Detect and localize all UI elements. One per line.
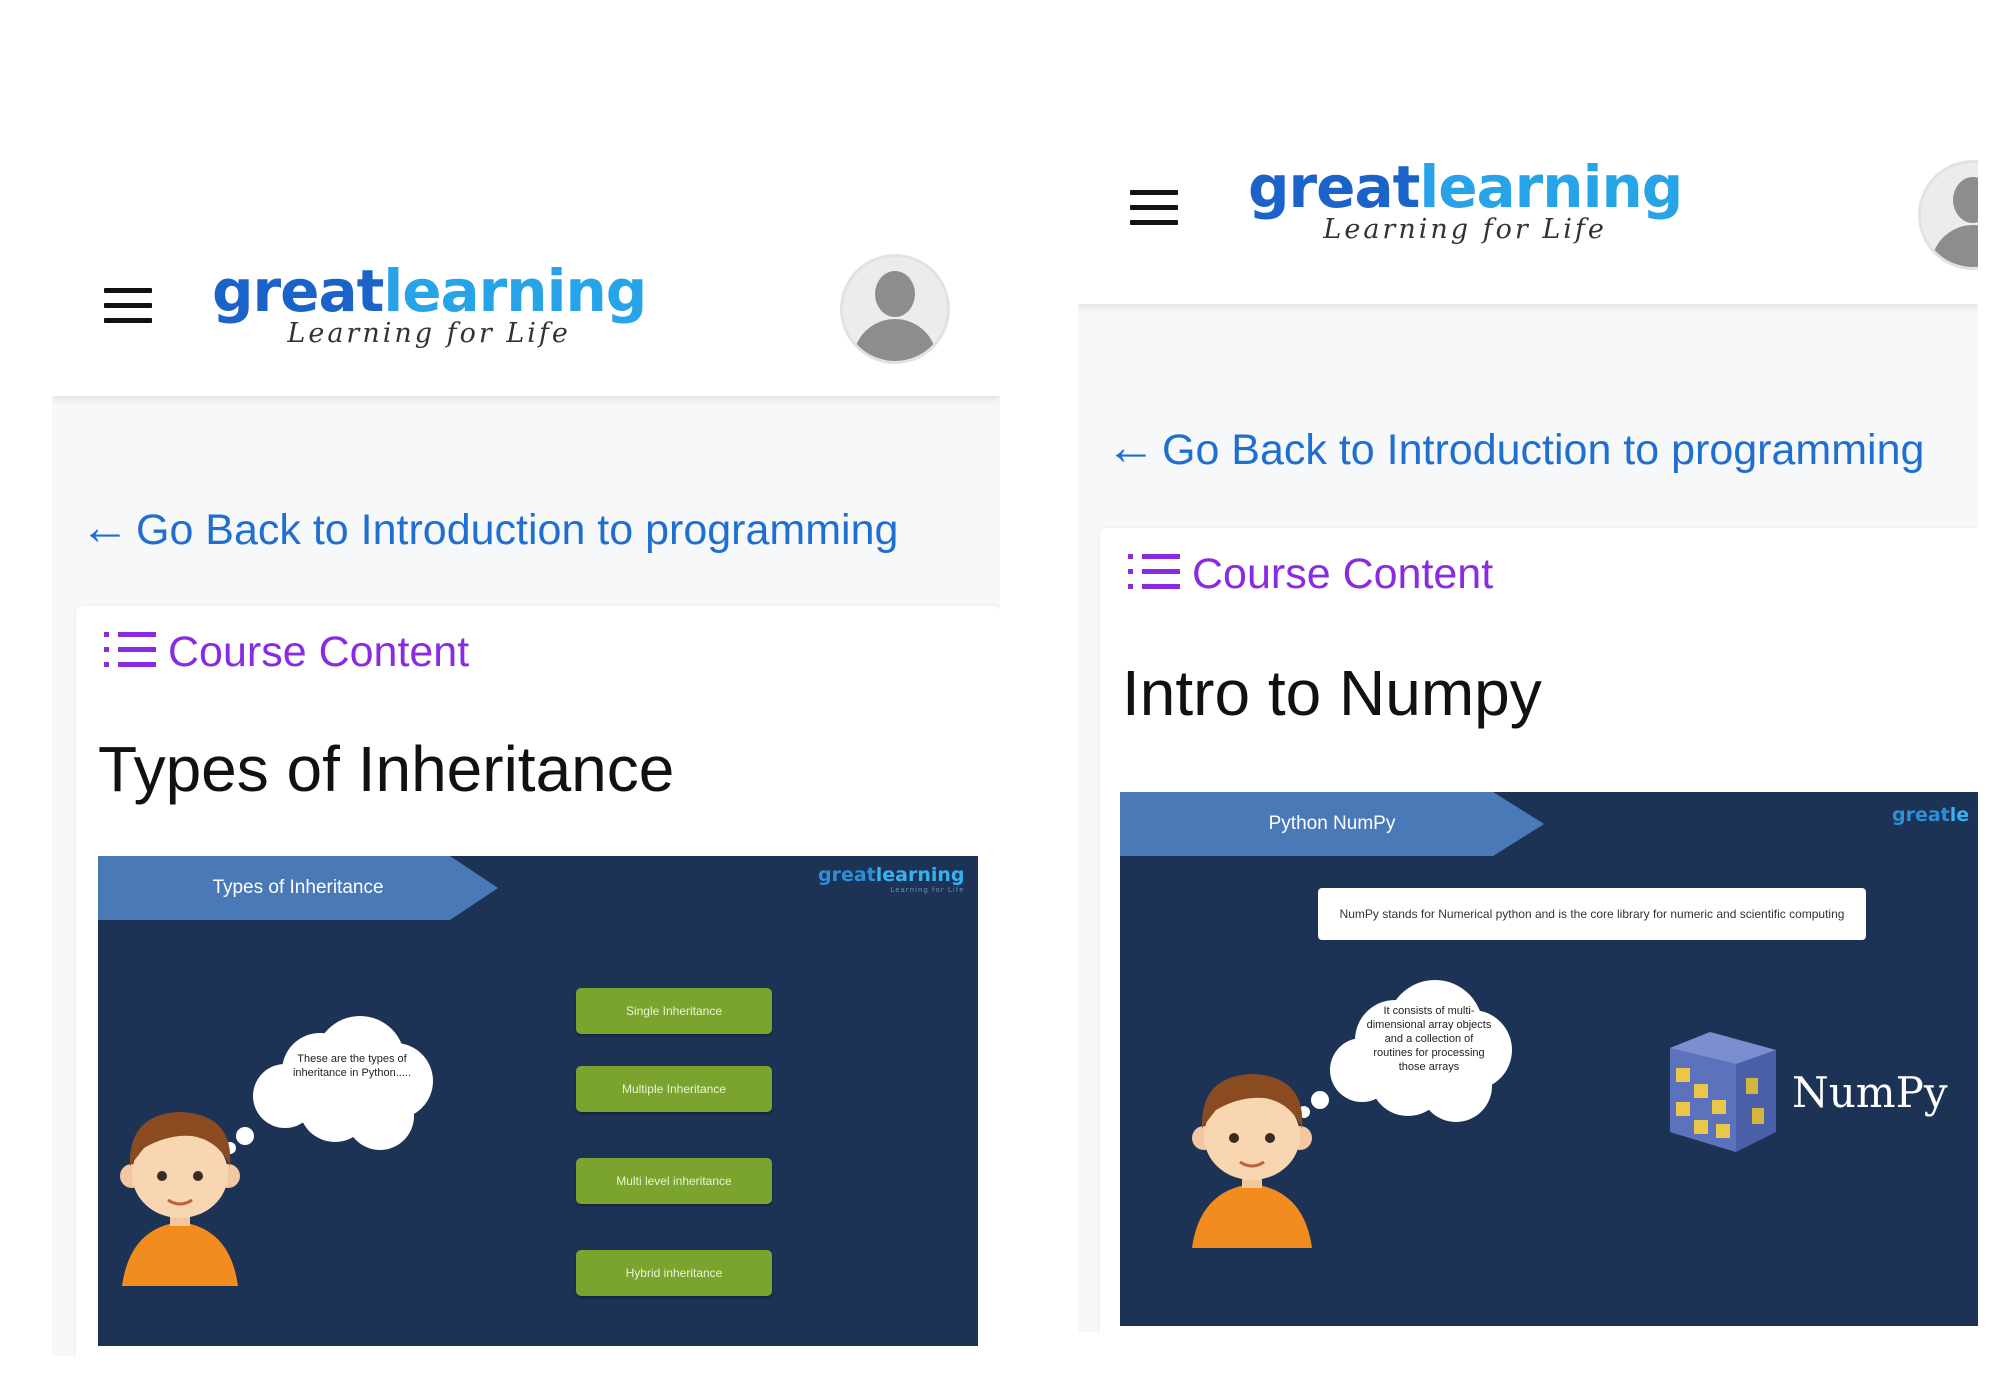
- slide-banner: Types of Inheritance: [98, 856, 498, 920]
- multiple-inheritance-button[interactable]: Multiple Inheritance: [576, 1066, 772, 1112]
- thought-bubble-text: These are the types of inheritance in Py…: [292, 1053, 411, 1079]
- course-content-label: Course Content: [168, 628, 470, 676]
- list-icon: [1128, 552, 1182, 592]
- logo-learning: learning: [1419, 153, 1683, 221]
- app-header: greatlearning Learning for Life: [52, 236, 1000, 396]
- back-arrow-icon: ←: [80, 499, 130, 555]
- slide-logo: greatlearning Learning for Life: [818, 864, 965, 894]
- slide-logo: greatle: [1892, 804, 1970, 826]
- logo-great: great: [1248, 153, 1420, 221]
- course-content-label: Course Content: [1192, 550, 1494, 598]
- logo-great: great: [212, 257, 384, 325]
- numpy-label: NumPy: [1792, 1068, 1948, 1117]
- video-slide[interactable]: Types of Inheritance greatlearning Learn…: [98, 856, 978, 1346]
- numpy-cube-icon: [1670, 1032, 1776, 1152]
- thought-bubble-text: It consists of multi-dimensional array o…: [1366, 1005, 1492, 1073]
- numpy-definition-box: NumPy stands for Numerical python and is…: [1318, 888, 1866, 940]
- thinking-boy-illustration: [120, 1016, 433, 1286]
- right-screenshot: greatlearning Learning for Life ← Go Back…: [1078, 132, 1978, 1332]
- lesson-card: Course Content Types of Inheritance Type…: [76, 606, 1000, 1356]
- course-content-link[interactable]: Course Content: [1128, 550, 1493, 599]
- single-inheritance-button[interactable]: Single Inheritance: [576, 988, 772, 1034]
- lesson-card: Course Content Intro to Numpy Python Num…: [1100, 528, 1978, 1332]
- back-link[interactable]: ← Go Back to Introduction to programming: [80, 498, 898, 556]
- list-icon: [104, 630, 158, 670]
- multi-level-inheritance-button[interactable]: Multi level inheritance: [576, 1158, 772, 1204]
- left-screenshot: greatlearning Learning for Life ← Go Back…: [52, 236, 1000, 1356]
- greatlearning-logo[interactable]: greatlearning Learning for Life: [212, 262, 647, 349]
- avatar-icon[interactable]: [840, 254, 950, 364]
- slide-banner: Python NumPy: [1120, 792, 1544, 856]
- hamburger-menu-icon[interactable]: [104, 288, 152, 324]
- back-link-label: Go Back to Introduction to programming: [136, 506, 899, 554]
- hybrid-inheritance-button[interactable]: Hybrid inheritance: [576, 1250, 772, 1296]
- avatar-icon[interactable]: [1918, 160, 1978, 270]
- greatlearning-logo[interactable]: greatlearning Learning for Life: [1248, 158, 1683, 245]
- hamburger-menu-icon[interactable]: [1130, 190, 1178, 226]
- lesson-title: Intro to Numpy: [1122, 657, 1542, 729]
- logo-learning: learning: [383, 257, 647, 325]
- back-link[interactable]: ← Go Back to Introduction to programming: [1106, 418, 1924, 476]
- video-slide[interactable]: Python NumPy greatle NumPy stands for Nu…: [1120, 792, 1978, 1326]
- app-header: greatlearning Learning for Life: [1078, 132, 1978, 304]
- back-link-label: Go Back to Introduction to programming: [1162, 426, 1925, 474]
- lesson-title: Types of Inheritance: [98, 733, 675, 805]
- course-content-link[interactable]: Course Content: [104, 628, 469, 677]
- back-arrow-icon: ←: [1106, 419, 1156, 475]
